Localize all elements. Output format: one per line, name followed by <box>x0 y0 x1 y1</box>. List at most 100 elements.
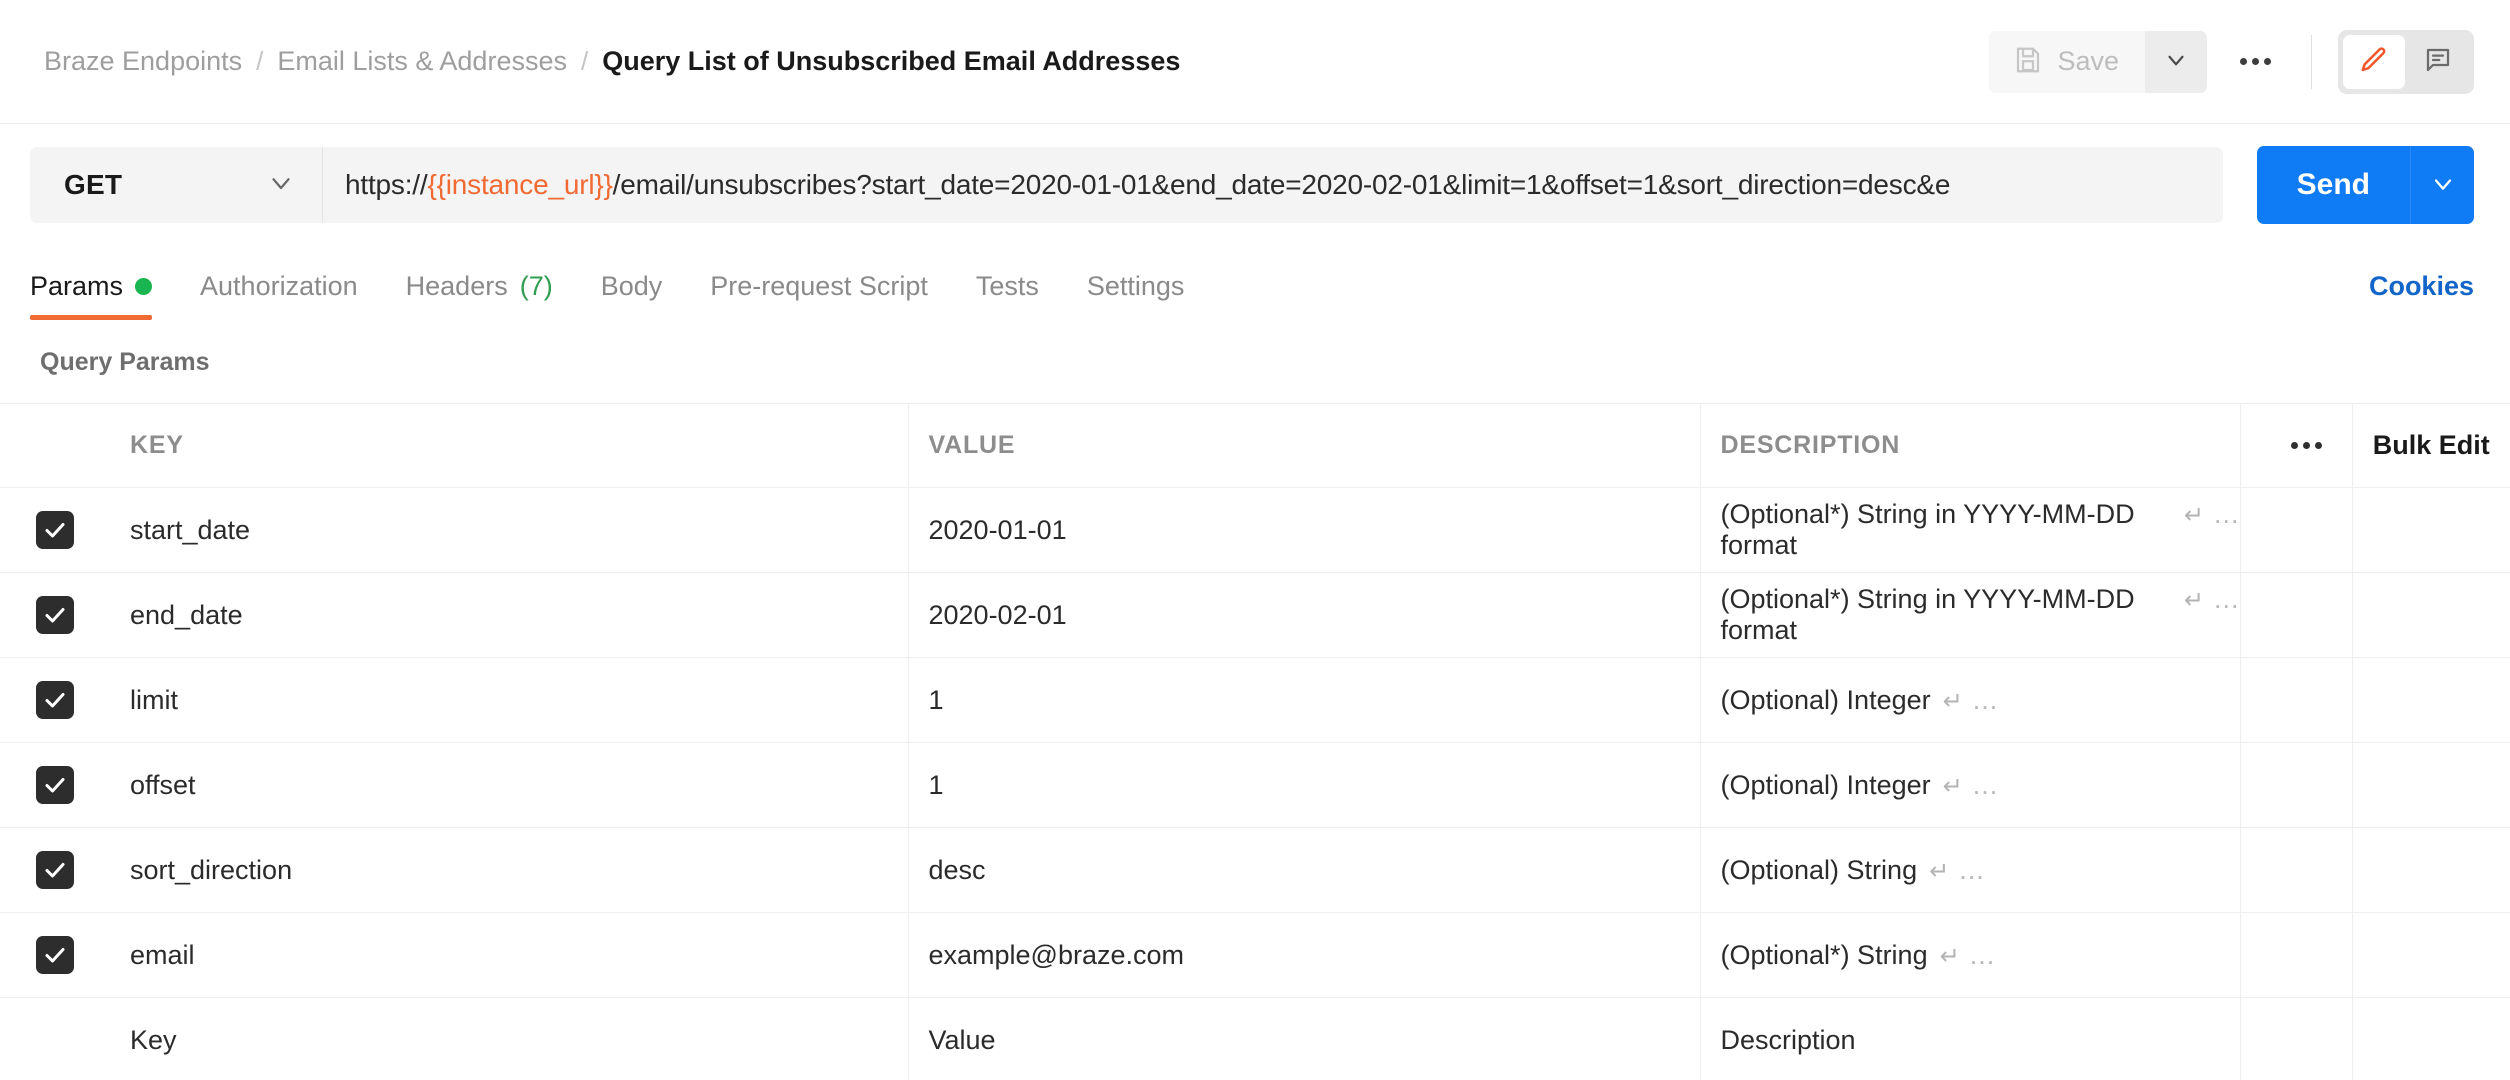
ellipsis-icon <box>2314 442 2322 449</box>
row-checkbox-cell <box>0 828 110 913</box>
breadcrumb-item-request[interactable]: Query List of Unsubscribed Email Address… <box>602 46 1180 77</box>
row-checkbox[interactable] <box>36 511 74 549</box>
tab-tests-label: Tests <box>975 271 1039 301</box>
newline-return-icon: ↵ <box>1929 857 1950 885</box>
tab-body[interactable]: Body <box>577 271 687 320</box>
url-scheme: https:// <box>345 169 428 200</box>
edit-mode-button[interactable] <box>2343 34 2405 89</box>
row-description-ellipsis: ... <box>1969 939 1996 970</box>
breadcrumb: Braze Endpoints / Email Lists & Addresse… <box>44 46 1989 77</box>
save-options-dropdown[interactable] <box>2145 30 2207 93</box>
row-value[interactable]: 1 <box>908 742 1701 828</box>
query-params-table: KEY VALUE DESCRIPTION Bulk Edit start_da… <box>0 403 2510 1080</box>
new-row-description-input[interactable]: Description <box>1700 997 2241 1080</box>
pencil-icon <box>2359 45 2389 78</box>
row-key[interactable]: limit <box>110 657 909 743</box>
table-row: end_date 2020-02-01 (Optional*) String i… <box>0 572 2510 658</box>
http-method-select[interactable]: GET <box>30 147 322 223</box>
row-spacer-cell <box>2352 488 2510 573</box>
new-row-key-input[interactable]: Key <box>110 997 909 1080</box>
table-options-button[interactable] <box>2261 442 2352 449</box>
query-params-title: Query Params <box>40 348 210 376</box>
comments-button[interactable] <box>2407 35 2469 89</box>
tab-headers-label: Headers <box>405 271 508 301</box>
bulk-edit-button[interactable]: Bulk Edit <box>2352 404 2510 488</box>
tab-authorization-label: Authorization <box>200 271 358 301</box>
row-value[interactable]: 2020-01-01 <box>908 487 1701 573</box>
row-checkbox-cell <box>0 488 110 573</box>
row-value[interactable]: example@braze.com <box>908 912 1701 998</box>
tab-headers[interactable]: Headers (7) <box>382 271 577 320</box>
query-params-table-head: KEY VALUE DESCRIPTION Bulk Edit <box>0 403 2510 488</box>
send-button[interactable]: Send <box>2256 146 2410 224</box>
row-description-ellipsis: ... <box>2213 584 2240 614</box>
ellipsis-icon <box>2263 58 2271 65</box>
row-key[interactable]: email <box>110 912 909 998</box>
request-url-bar: GET https://{{instance_url}}/email/unsub… <box>0 124 2510 246</box>
row-checkbox[interactable] <box>36 766 74 804</box>
row-value[interactable]: desc <box>908 827 1701 913</box>
breadcrumb-item-collection[interactable]: Braze Endpoints <box>44 46 242 77</box>
save-button[interactable]: Save <box>1989 30 2145 93</box>
row-description-ellipsis: ... <box>1959 854 1985 885</box>
more-actions-button[interactable] <box>2217 31 2293 93</box>
view-mode-toggle-group <box>2338 29 2474 94</box>
row-description[interactable]: (Optional) Integer ↵ ... <box>1700 657 2241 743</box>
row-description[interactable]: (Optional) Integer ↵ ... <box>1700 742 2241 828</box>
row-key[interactable]: sort_direction <box>110 827 909 913</box>
breadcrumb-separator: / <box>580 46 589 76</box>
breadcrumb-item-folder[interactable]: Email Lists & Addresses <box>277 46 567 77</box>
row-checkbox[interactable] <box>36 936 74 974</box>
tab-settings[interactable]: Settings <box>1063 271 1209 320</box>
floppy-disk-icon <box>2013 45 2043 78</box>
ellipsis-icon <box>2239 58 2247 65</box>
new-row-options-cell <box>2240 997 2353 1080</box>
request-tabs-bar: Params Authorization Headers (7) Body Pr… <box>0 246 2510 320</box>
cookies-link[interactable]: Cookies <box>2369 271 2474 320</box>
table-header-row: KEY VALUE DESCRIPTION Bulk Edit <box>0 403 2510 488</box>
row-description[interactable]: (Optional*) String in YYYY-MM-DD format … <box>1700 572 2241 658</box>
row-checkbox[interactable] <box>36 851 74 889</box>
row-description-text: (Optional*) String <box>1720 939 1928 970</box>
row-options-cell <box>2240 657 2353 743</box>
row-description[interactable]: (Optional*) String ↵ ... <box>1700 912 2241 998</box>
newline-return-icon: ↵ <box>2183 502 2204 529</box>
row-value[interactable]: 2020-02-01 <box>908 572 1701 658</box>
url-input[interactable]: https://{{instance_url}}/email/unsubscri… <box>322 147 2223 223</box>
row-key[interactable]: offset <box>110 742 909 828</box>
request-tabs: Params Authorization Headers (7) Body Pr… <box>30 271 2369 320</box>
tab-params[interactable]: Params <box>30 271 176 320</box>
row-spacer-cell <box>2352 573 2510 658</box>
send-options-dropdown[interactable] <box>2410 146 2474 224</box>
table-row: email example@braze.com (Optional*) Stri… <box>0 912 2510 998</box>
tab-pre-request-script[interactable]: Pre-request Script <box>686 271 952 320</box>
row-description-ellipsis: ... <box>1972 684 1999 715</box>
row-key[interactable]: start_date <box>110 487 909 573</box>
table-row: sort_direction desc (Optional) String ↵ … <box>0 827 2510 913</box>
tab-body-label: Body <box>600 271 663 301</box>
row-checkbox[interactable] <box>36 596 74 634</box>
row-checkbox-cell <box>0 743 110 828</box>
row-description[interactable]: (Optional*) String in YYYY-MM-DD format … <box>1700 487 2241 573</box>
tab-tests[interactable]: Tests <box>952 271 1063 320</box>
newline-return-icon: ↵ <box>1942 772 1963 800</box>
row-key[interactable]: end_date <box>110 572 909 658</box>
header-checkbox-cell <box>0 404 110 488</box>
table-row: offset 1 (Optional) Integer ↵ ... <box>0 742 2510 828</box>
row-checkbox-cell <box>0 658 110 743</box>
row-description-text: (Optional) Integer <box>1720 769 1931 800</box>
row-value[interactable]: 1 <box>908 657 1701 743</box>
row-description-text: (Optional*) String in YYYY-MM-DD format <box>1720 499 2135 560</box>
header-key: KEY <box>110 403 909 488</box>
header-options-cell <box>2240 403 2353 488</box>
newline-return-icon: ↵ <box>1939 942 1960 970</box>
row-description-text: (Optional*) String in YYYY-MM-DD format <box>1720 584 2135 645</box>
new-row-value-input[interactable]: Value <box>908 997 1701 1080</box>
http-method-label: GET <box>64 169 123 200</box>
tab-authorization[interactable]: Authorization <box>176 271 382 320</box>
row-checkbox[interactable] <box>36 681 74 719</box>
row-description[interactable]: (Optional) String ↵ ... <box>1700 827 2241 913</box>
send-button-label: Send <box>2296 168 2370 201</box>
ellipsis-icon <box>2302 442 2310 449</box>
row-checkbox-cell <box>0 573 110 658</box>
